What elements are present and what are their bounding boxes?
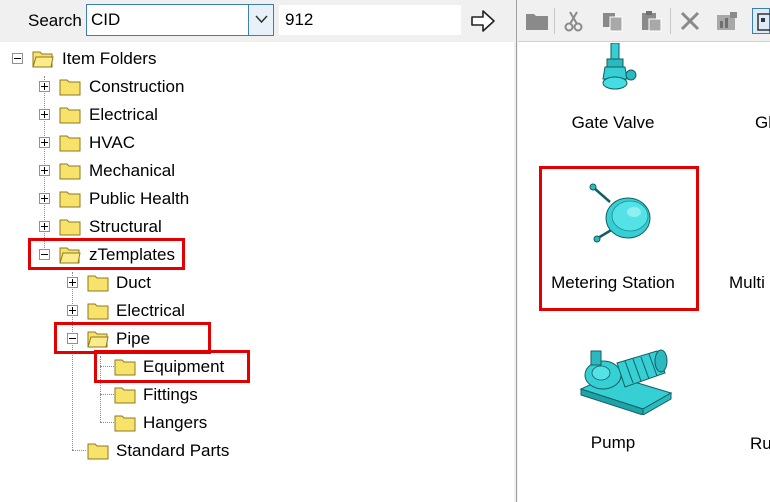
search-label: Search (28, 11, 82, 30)
expand-icon[interactable] (67, 277, 78, 288)
expand-icon[interactable] (67, 305, 78, 316)
tree-node-mechanical[interactable]: Mechanical (0, 158, 220, 186)
folder-icon (114, 387, 136, 404)
expand-icon[interactable] (39, 165, 50, 176)
item-label: Pump (590, 433, 636, 452)
partial-item-label[interactable]: Gl (755, 113, 770, 133)
tree-node-hangers[interactable]: Hangers (0, 410, 240, 438)
folder-icon (59, 219, 81, 236)
folder-icon (59, 107, 81, 124)
folder-icon (526, 14, 548, 30)
expand-icon[interactable] (39, 137, 50, 148)
new-folder-button[interactable] (522, 8, 550, 34)
expand-icon[interactable] (39, 221, 50, 232)
search-field-dropdown[interactable]: CID (86, 4, 274, 36)
folder-icon (114, 415, 136, 432)
tree-node-label: Item Folders (62, 49, 157, 68)
chart-window-icon (717, 12, 737, 30)
search-go-button[interactable] (466, 6, 500, 36)
expand-icon[interactable] (39, 81, 50, 92)
tree-node-label: Duct (116, 273, 151, 292)
tree-node-item-folders[interactable]: Item Folders (0, 46, 200, 74)
folder-icon (87, 275, 109, 292)
paste-button[interactable] (636, 8, 664, 34)
view-mode-button[interactable] (752, 8, 770, 34)
item-gate-valve[interactable]: Gate Valve (533, 43, 693, 140)
tree-node-label: Public Health (89, 189, 190, 208)
highlight-box-equipment (94, 350, 250, 383)
tree-node-label: HVAC (89, 133, 135, 152)
toolbar-separator (554, 8, 555, 34)
partial-item-label[interactable]: Ru (750, 434, 770, 454)
tree-node-label: Standard Parts (116, 441, 230, 460)
items-panel: Gate Valve Metering Station Pump G Multi… (518, 43, 770, 502)
paste-icon (642, 11, 662, 32)
expand-icon[interactable] (39, 109, 50, 120)
arrow-right-icon (471, 10, 495, 32)
copy-button[interactable] (598, 8, 626, 34)
properties-button[interactable] (712, 8, 740, 34)
folder-icon (59, 191, 81, 208)
pump-icon (579, 349, 673, 415)
pane-splitter-line (516, 0, 517, 502)
search-input[interactable] (278, 4, 462, 36)
highlight-box-ztemplates (28, 238, 185, 270)
tree-node-duct[interactable]: Duct (0, 270, 220, 298)
partial-item-label[interactable]: Multi (729, 273, 765, 293)
tree-node-label: Hangers (143, 413, 208, 432)
folder-icon (59, 79, 81, 96)
tree-node-label: Electrical (116, 301, 185, 320)
toolbar-separator (670, 8, 671, 34)
tree-node-public-health[interactable]: Public Health (0, 186, 220, 214)
tree-node-label: Construction (89, 77, 185, 96)
tree-node-standard-parts[interactable]: Standard Parts (0, 438, 240, 466)
toolbar (518, 0, 770, 42)
tree-node-label: Mechanical (89, 161, 175, 180)
cut-button[interactable] (560, 8, 588, 34)
copy-icon (603, 13, 623, 32)
folder-tree-panel: Item Folders Construction Electrical HVA… (0, 42, 514, 502)
tree-node-electrical[interactable]: Electrical (0, 102, 220, 130)
expand-icon[interactable] (39, 193, 50, 204)
highlight-box-metering-station (539, 166, 699, 311)
delete-button[interactable] (676, 8, 704, 34)
gate-valve-icon (602, 43, 637, 90)
chevron-down-icon (255, 15, 268, 24)
search-bar: Search CID (0, 0, 514, 42)
tree-node-label: Electrical (89, 105, 158, 124)
tree-node-hvac[interactable]: HVAC (0, 130, 220, 158)
tree-node-label: Structural (89, 217, 162, 236)
folder-icon (59, 135, 81, 152)
search-field-value: CID (91, 10, 121, 29)
folder-icon (87, 303, 109, 320)
delete-x-icon (680, 11, 700, 31)
folder-icon (59, 163, 81, 180)
folder-open-icon (32, 51, 54, 68)
tree-node-fittings[interactable]: Fittings (0, 382, 240, 410)
item-pump[interactable]: Pump (533, 333, 693, 473)
folder-icon (87, 443, 109, 460)
item-label: Gate Valve (571, 113, 655, 132)
tree-node-construction[interactable]: Construction (0, 74, 220, 102)
view-icon (757, 13, 770, 31)
collapse-icon[interactable] (12, 53, 23, 64)
tree-node-label: Fittings (143, 385, 198, 404)
scissors-icon (564, 11, 583, 32)
dropdown-arrow-button[interactable] (248, 5, 273, 35)
